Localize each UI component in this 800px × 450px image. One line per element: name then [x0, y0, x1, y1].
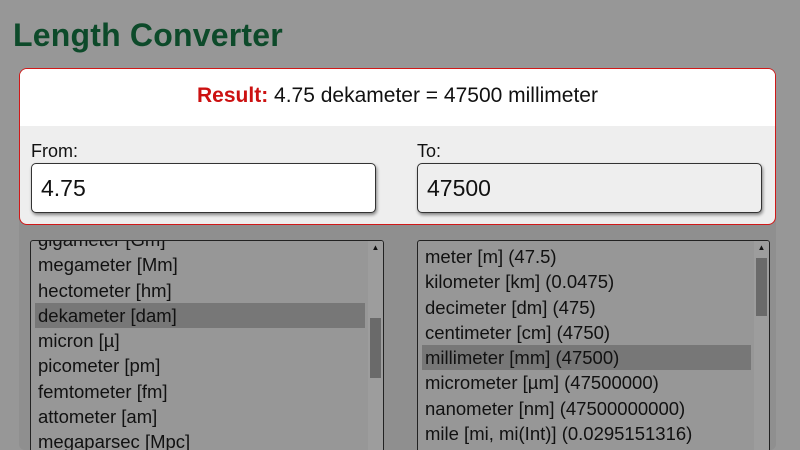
list-item[interactable]: femtometer [fm] [35, 379, 365, 404]
list-item[interactable]: megameter [Mm] [35, 252, 365, 277]
scroll-up-icon[interactable]: ▲ [368, 241, 383, 255]
to-unit-list[interactable]: meter [m] (47.5) kilometer [km] (0.0475) d… [417, 240, 770, 450]
to-list-scroll-thumb[interactable] [756, 258, 767, 316]
list-item[interactable]: gigameter [Gm] [35, 241, 365, 252]
list-item[interactable]: mile [mi, mi(Int)] (0.0295151316) [422, 421, 751, 446]
list-item[interactable]: micron [µ] [35, 328, 365, 353]
list-item[interactable]: picometer [pm] [35, 353, 365, 378]
list-item[interactable]: centimeter [cm] (4750) [422, 320, 751, 345]
list-item[interactable]: millimeter [mm] (47500) [422, 345, 751, 371]
list-item[interactable]: decimeter [dm] (475) [422, 295, 751, 320]
result-text: 4.75 dekameter = 47500 millimeter [274, 84, 598, 107]
result-label: Result: [197, 84, 269, 107]
list-item[interactable]: dekameter [dam] [35, 302, 365, 329]
list-item[interactable]: hectometer [hm] [35, 278, 365, 303]
from-unit-list[interactable]: gigameter [Gm]megameter [Mm]hectometer [… [30, 240, 384, 450]
list-item[interactable]: attometer [am] [35, 404, 365, 429]
from-list-scrollbar[interactable]: ▲ [368, 241, 383, 450]
list-item[interactable]: micrometer [µm] (47500000) [422, 370, 751, 395]
converter-panel: Result: 4.75 dekameter = 47500 millimete… [19, 68, 776, 225]
scroll-up-icon[interactable]: ▲ [754, 241, 769, 255]
result-bar: Result: 4.75 dekameter = 47500 millimete… [20, 69, 775, 126]
list-item[interactable]: meter [m] (47.5) [422, 244, 751, 269]
to-unit-items: meter [m] (47.5) kilometer [km] (0.0475) d… [422, 244, 751, 446]
list-item[interactable]: nanometer [nm] (47500000000) [422, 396, 751, 421]
from-unit-items: gigameter [Gm]megameter [Mm]hectometer [… [35, 241, 365, 450]
to-label: To: [417, 141, 442, 161]
page-title: Length Converter [13, 17, 283, 53]
list-item[interactable]: kilometer [km] (0.0475) [422, 269, 751, 294]
list-item[interactable]: megaparsec [Mpc] [35, 429, 365, 450]
from-label: From: [31, 141, 78, 161]
from-value-input[interactable] [31, 163, 376, 213]
to-list-scrollbar[interactable]: ▲ [754, 241, 769, 450]
from-list-scroll-thumb[interactable] [370, 318, 381, 378]
to-value-input[interactable] [417, 163, 762, 213]
